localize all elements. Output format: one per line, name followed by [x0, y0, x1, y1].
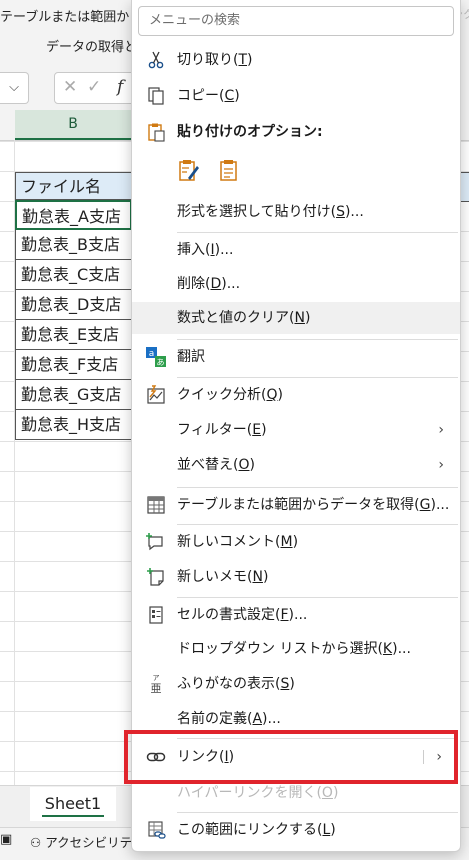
menu-item-label: 新しいメモ(N): [177, 569, 269, 585]
paste-values-icon[interactable]: [218, 158, 240, 182]
menu-item-label: 切り取り(T): [177, 52, 253, 68]
table-row-cell[interactable]: 勤怠表_B支店: [15, 230, 132, 260]
table-row-cell[interactable]: 勤怠表_H支店: [15, 410, 132, 440]
table-row-cell[interactable]: 勤怠表_C支店: [15, 260, 132, 290]
svg-text:ア: ア: [153, 674, 160, 682]
table-row-cell[interactable]: 勤怠表_D支店: [15, 290, 132, 320]
paste-icon: [145, 121, 167, 143]
furigana-icon: ア亜: [145, 673, 167, 695]
scissors-icon: [145, 49, 167, 71]
ribbon-get-data-label[interactable]: テーブルまたは範囲から: [0, 6, 142, 25]
name-box-chevron-icon[interactable]: ⌵: [0, 72, 29, 104]
link-icon: [145, 746, 167, 768]
status-ready-icon: ▣: [0, 832, 13, 847]
menu-item-new-comment[interactable]: 新しいコメント(M): [132, 526, 460, 558]
accessibility-label: アクセシビリテ: [45, 835, 133, 850]
menu-item-delete[interactable]: 削除(D)...: [132, 268, 460, 300]
table-row-cell[interactable]: 勤怠表_A支店: [15, 200, 132, 230]
accessibility-status[interactable]: ⚇ アクセシビリテ: [30, 832, 132, 851]
svg-text:あ: あ: [157, 358, 165, 367]
sheet-tab-label: Sheet1: [44, 794, 102, 813]
menu-item-define-name[interactable]: 名前の定義(A)...: [132, 703, 460, 735]
context-menu: メニューの検索 切り取り(T) コピー(C) 貼り付けのオプション: 形式を選択…: [131, 0, 461, 852]
quick-analysis-icon: [145, 384, 167, 406]
menu-item-get-data[interactable]: テーブルまたは範囲からデータを取得(G)...: [132, 489, 460, 521]
paste-formatting-icon[interactable]: [178, 158, 200, 182]
menu-search-input[interactable]: メニューの検索: [138, 6, 454, 36]
menu-item-format-cells[interactable]: セルの書式設定(F)...: [132, 599, 460, 631]
menu-separator: [177, 738, 458, 739]
menu-separator: [177, 524, 458, 525]
menu-item-link[interactable]: リンク(I) ›: [132, 741, 460, 773]
table-row-cell[interactable]: 勤怠表_F支店: [15, 350, 132, 380]
svg-text:亜: 亜: [151, 682, 162, 695]
menu-item-label: テーブルまたは範囲からデータを取得(G)...: [177, 497, 450, 513]
menu-item-clear-contents[interactable]: 数式と値のクリア(N): [132, 302, 460, 334]
table-header-cell[interactable]: ファイル名: [15, 172, 132, 200]
submenu-divider: [423, 750, 424, 764]
menu-separator: [177, 597, 458, 598]
link-to-range-icon: [145, 819, 167, 841]
new-comment-icon: [145, 531, 167, 553]
menu-item-label: リンク(I): [177, 749, 235, 765]
menu-item-filter[interactable]: フィルター(E) ›: [132, 414, 460, 446]
menu-item-label: この範囲にリンクする(L): [177, 822, 336, 838]
svg-text:a: a: [149, 349, 155, 359]
menu-separator: [177, 339, 458, 340]
menu-separator: [177, 377, 458, 378]
menu-separator: [177, 232, 458, 233]
menu-item-cut[interactable]: 切り取り(T): [132, 44, 460, 76]
menu-item-paste-options: 貼り付けのオプション:: [132, 116, 460, 148]
menu-item-label: ハイパーリンクを開く(O): [177, 785, 339, 801]
menu-item-label: ふりがなの表示(S): [177, 676, 295, 692]
menu-item-label: 削除(D)...: [177, 276, 241, 292]
menu-item-label: クイック分析(Q): [177, 387, 283, 403]
menu-item-label: 名前の定義(A)...: [177, 711, 281, 727]
menu-item-link-to-range[interactable]: この範囲にリンクする(L): [132, 814, 460, 846]
menu-item-paste-special[interactable]: 形式を選択して貼り付け(S)...: [132, 196, 460, 228]
chevron-right-icon: ›: [438, 457, 444, 473]
menu-item-label: 貼り付けのオプション:: [177, 124, 323, 140]
menu-separator: [177, 812, 458, 813]
menu-item-label: 数式と値のクリア(N): [177, 310, 311, 326]
menu-item-label: ドロップダウン リストから選択(K)...: [177, 641, 411, 657]
format-cells-icon: [145, 604, 167, 626]
menu-item-label: 形式を選択して貼り付け(S)...: [177, 204, 364, 220]
menu-item-quick-analysis[interactable]: クイック分析(Q): [132, 379, 460, 411]
translate-icon: aあ: [145, 346, 167, 368]
menu-item-open-hyperlink: ハイパーリンクを開く(O): [132, 777, 460, 809]
chevron-right-icon: ›: [436, 749, 442, 765]
menu-item-copy[interactable]: コピー(C): [132, 80, 460, 112]
menu-item-label: セルの書式設定(F)...: [177, 607, 308, 623]
cancel-x-icon[interactable]: ✕: [63, 77, 77, 97]
ribbon-get-transform-label: データの取得と: [46, 40, 138, 55]
menu-item-label: 新しいコメント(M): [177, 534, 299, 550]
function-icon[interactable]: f: [117, 77, 123, 97]
menu-item-sort[interactable]: 並べ替え(O) ›: [132, 449, 460, 481]
menu-item-new-note[interactable]: 新しいメモ(N): [132, 561, 460, 593]
confirm-check-icon[interactable]: ✓: [87, 77, 101, 97]
menu-separator: [177, 487, 458, 488]
table-icon: [145, 494, 167, 516]
menu-item-label: フィルター(E): [177, 422, 267, 438]
menu-item-insert[interactable]: 挿入(I)...: [132, 234, 460, 266]
menu-item-label: 挿入(I)...: [177, 242, 234, 258]
table-row-cell[interactable]: 勤怠表_G支店: [15, 380, 132, 410]
menu-item-label: コピー(C): [177, 88, 240, 104]
copy-icon: [145, 85, 167, 107]
menu-item-translate[interactable]: aあ 翻訳: [132, 341, 460, 373]
menu-item-pick-from-dropdown[interactable]: ドロップダウン リストから選択(K)...: [132, 633, 460, 665]
menu-item-label: 翻訳: [177, 349, 205, 365]
chevron-right-icon: ›: [438, 422, 444, 438]
menu-item-label: 並べ替え(O): [177, 457, 255, 473]
new-note-icon: [145, 566, 167, 588]
sheet-tab-sheet1[interactable]: Sheet1: [30, 787, 116, 821]
menu-item-show-furigana[interactable]: ア亜 ふりがなの表示(S): [132, 668, 460, 700]
column-header-b[interactable]: B: [15, 110, 131, 140]
table-row-cell[interactable]: 勤怠表_E支店: [15, 320, 132, 350]
